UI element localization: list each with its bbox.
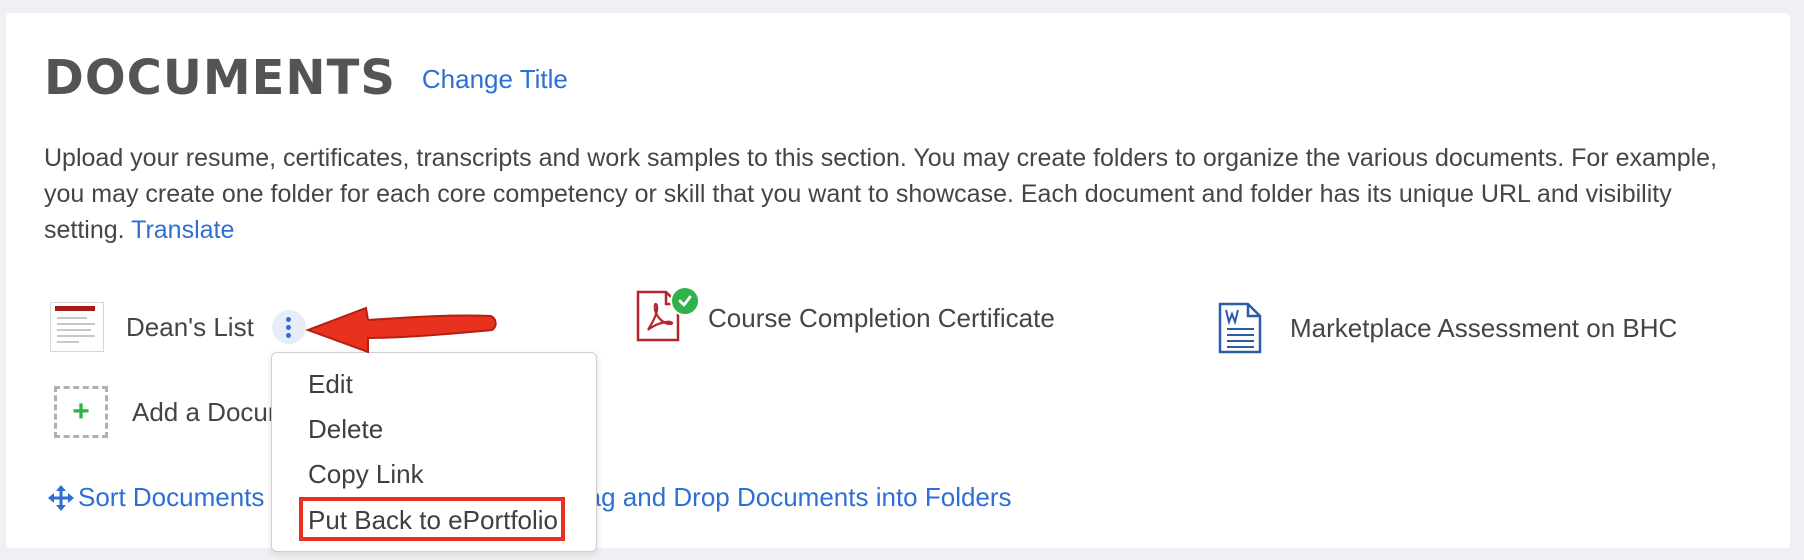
document-thumbnail-icon [50,302,104,352]
menu-item-copy-link[interactable]: Copy Link [308,459,424,490]
section-description: Upload your resume, certificates, transc… [44,140,1744,248]
plus-icon: + [54,386,108,438]
add-document-label: Add a Docum [132,396,290,427]
document-item-deans-list[interactable]: Dean's List [50,302,306,352]
document-context-menu: Edit Delete Copy Link Put Back to ePortf… [271,352,597,552]
page-title: DOCUMENTS [44,50,396,106]
document-label[interactable]: Marketplace Assessment on BHC [1290,313,1677,344]
translate-link[interactable]: Translate [131,216,234,244]
pdf-icon [636,286,700,346]
description-text: Upload your resume, certificates, transc… [44,144,1718,244]
menu-item-edit[interactable]: Edit [308,369,353,400]
document-label[interactable]: Dean's List [126,312,254,343]
document-label[interactable]: Course Completion Certificate [708,303,1055,334]
menu-item-put-back-to-eportfolio[interactable]: Put Back to ePortfolio [308,505,558,536]
check-icon [670,286,700,316]
word-doc-icon [1218,302,1262,354]
menu-item-delete[interactable]: Delete [308,414,383,445]
move-icon [48,484,74,511]
add-document-button[interactable]: + Add a Docum [54,386,290,438]
sort-documents-link[interactable]: Sort Documents [48,482,264,513]
sort-documents-label[interactable]: Sort Documents [78,482,264,513]
document-item-course-certificate[interactable]: Course Completion Certificate [636,286,1055,346]
section-header: DOCUMENTS Change Title [44,50,568,106]
drag-drop-folders-link[interactable]: rag and Drop Documents into Folders [578,482,1012,513]
annotation-arrow [305,306,497,354]
document-item-marketplace-assessment[interactable]: Marketplace Assessment on BHC [1218,302,1677,354]
change-title-link[interactable]: Change Title [422,64,568,95]
